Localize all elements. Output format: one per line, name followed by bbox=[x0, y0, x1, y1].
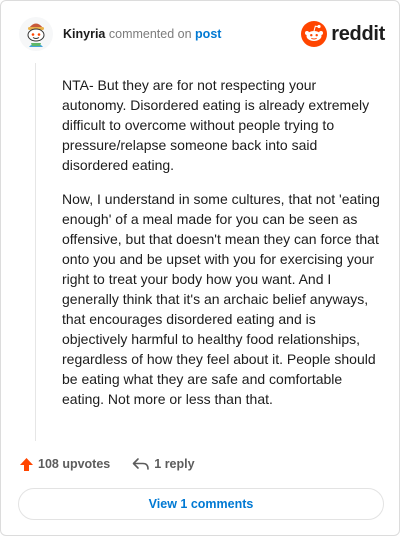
comment-paragraph: Now, I understand in some cultures, that… bbox=[62, 191, 380, 407]
avatar[interactable] bbox=[19, 17, 53, 51]
reply-arrow-icon bbox=[132, 458, 150, 470]
view-comments-button[interactable]: View 1 comments bbox=[18, 488, 384, 520]
reply-count: 1 reply bbox=[154, 457, 195, 471]
comment-byline: Kinyria commented on post bbox=[63, 27, 221, 41]
comment-body: NTA- But they are for not respecting you… bbox=[62, 75, 380, 423]
snoo-avatar-icon bbox=[19, 17, 53, 51]
reddit-logo-icon bbox=[301, 21, 328, 47]
reply-button[interactable]: 1 reply bbox=[132, 457, 195, 471]
username-link[interactable]: Kinyria bbox=[63, 27, 105, 41]
comment-card: Kinyria commented on post reddit NTA- Bu… bbox=[0, 0, 400, 536]
post-link[interactable]: post bbox=[195, 27, 221, 41]
reddit-logo[interactable]: reddit bbox=[301, 19, 385, 49]
upvote-button[interactable]: 108 upvotes bbox=[19, 457, 110, 472]
upvote-arrow-icon bbox=[20, 457, 33, 471]
comment-footer: 108 upvotes 1 reply bbox=[19, 454, 195, 474]
commented-on-text: commented on bbox=[108, 27, 192, 41]
comment-header: Kinyria commented on post reddit bbox=[19, 17, 385, 53]
comment-paragraph: NTA- But they are for not respecting you… bbox=[62, 77, 370, 173]
thread-line bbox=[35, 63, 36, 441]
reddit-wordmark: reddit bbox=[331, 22, 385, 45]
upvote-count: 108 upvotes bbox=[38, 457, 111, 471]
